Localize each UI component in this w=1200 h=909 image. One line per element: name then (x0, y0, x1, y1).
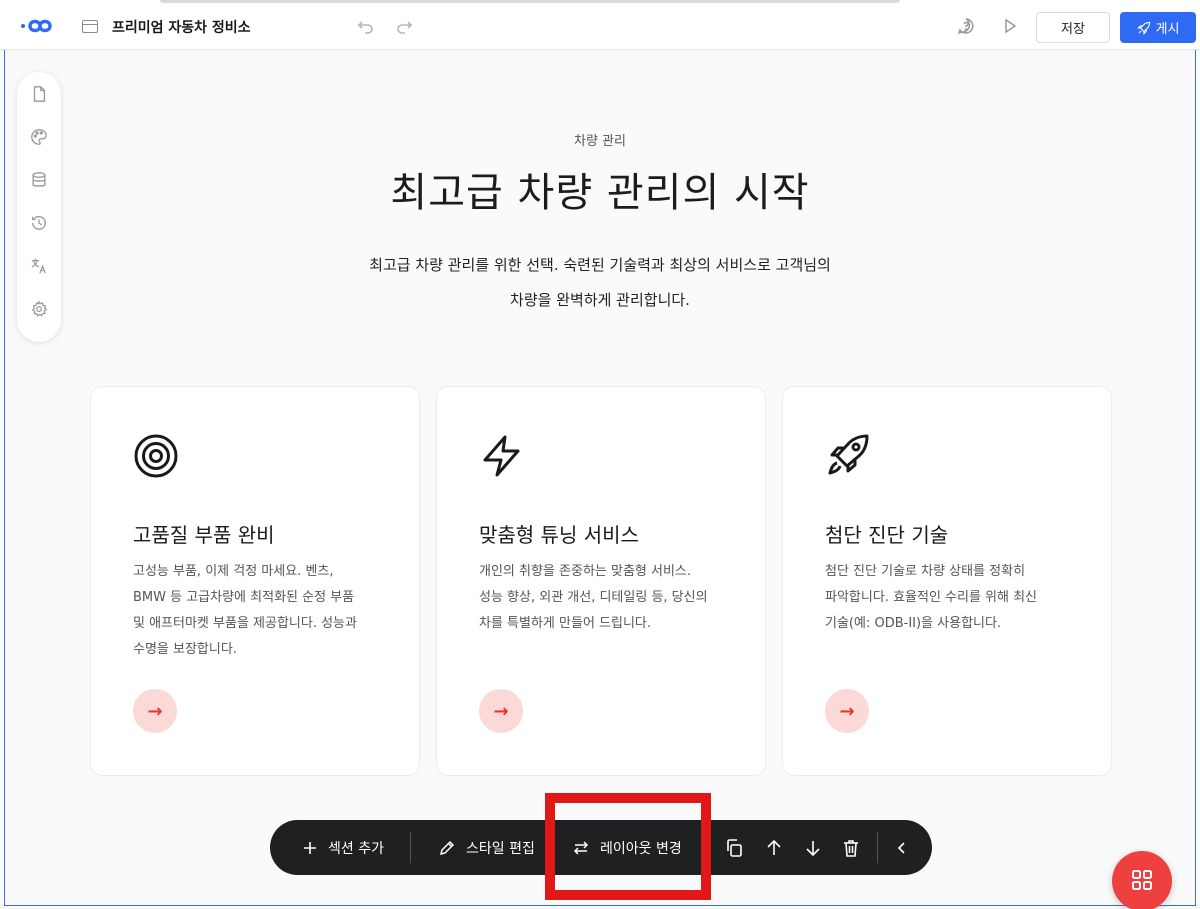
apps-grid-button[interactable] (1112, 851, 1172, 909)
top-bar: 프리미엄 자동차 정비소 저장 게시 (0, 0, 1200, 50)
card-description: 고성능 부품, 이제 걱정 마세요. 벤츠, BMW 등 고급차량에 최적화된 … (133, 559, 393, 663)
card-title: 맞춤형 튜닝 서비스 (479, 523, 639, 547)
page-icon[interactable] (30, 85, 48, 103)
divider (410, 832, 411, 863)
desc-line: 개인의 취향을 존중하는 맞춤형 서비스. (479, 564, 692, 579)
move-down-icon[interactable] (803, 838, 823, 858)
section-headline: 최고급 차량 관리의 시작 (390, 170, 810, 216)
feature-card[interactable]: 맞춤형 튜닝 서비스 개인의 취향을 존중하는 맞춤형 서비스. 성능 향상, … (436, 386, 766, 776)
publish-button[interactable]: 게시 (1120, 12, 1196, 43)
edit-style-label: 스타일 편집 (466, 840, 535, 857)
preview-play-icon[interactable] (1000, 16, 1020, 36)
rocket-icon (828, 434, 869, 475)
undo-icon[interactable] (356, 16, 376, 36)
desc-line: 및 애프터마켓 부품을 제공합니다. 성능과 (133, 616, 357, 631)
divider (877, 832, 878, 863)
card-arrow-button[interactable]: → (479, 689, 523, 733)
card-title: 첨단 진단 기술 (825, 523, 949, 547)
card-description: 첨단 진단 기술로 차량 상태를 정확히 파악합니다. 효율적인 수리를 위해 … (825, 559, 1085, 637)
settings-gear-icon[interactable] (30, 300, 48, 318)
pencil-icon (439, 840, 455, 855)
site-title[interactable]: 프리미엄 자동차 정비소 (112, 17, 251, 37)
edit-style-button[interactable]: 스타일 편집 (438, 820, 535, 875)
plus-icon (304, 841, 316, 854)
subtext-line: 차량을 완벽하게 관리합니다. (510, 291, 690, 309)
duplicate-icon[interactable] (724, 838, 744, 858)
desc-line: 파악합니다. 효율적인 수리를 위해 최신 (825, 590, 1038, 605)
desc-line: 수명을 보장합니다. (133, 642, 237, 657)
section-subtext: 최고급 차량 관리를 위한 선택. 숙련된 기술력과 최상의 서비스로 고객님의… (300, 248, 900, 318)
move-up-icon[interactable] (764, 838, 784, 858)
publish-label: 게시 (1155, 22, 1180, 37)
card-description: 개인의 취향을 존중하는 맞춤형 서비스. 성능 향상, 외관 개선, 디테일링… (479, 559, 739, 637)
add-section-button[interactable]: 섹션 추가 (302, 820, 384, 875)
desc-line: 기술(예: ODB-II)을 사용합니다. (825, 616, 1002, 631)
rocket-icon (1136, 21, 1150, 35)
section-eyebrow: 차량 관리 (574, 134, 626, 149)
desc-line: BMW 등 고급차량에 최적화된 순정 부품 (133, 590, 355, 605)
card-arrow-button[interactable]: → (133, 689, 177, 733)
trash-icon[interactable] (841, 838, 861, 858)
translate-icon[interactable] (30, 257, 48, 275)
top-strip (160, 0, 900, 3)
collapse-chevron-left-icon[interactable] (892, 838, 912, 858)
save-button[interactable]: 저장 (1036, 12, 1110, 43)
subtext-line: 최고급 차량 관리를 위한 선택. 숙련된 기술력과 최상의 서비스로 고객님의 (369, 256, 831, 274)
help-chat-icon[interactable] (956, 16, 976, 36)
card-title: 고품질 부품 완비 (133, 523, 275, 547)
page-layout-icon[interactable] (82, 20, 98, 33)
desc-line: 차를 특별하게 만들어 드립니다. (479, 616, 652, 631)
target-icon (134, 434, 178, 478)
app-logo-icon[interactable] (20, 17, 62, 35)
card-arrow-button[interactable]: → (825, 689, 869, 733)
grid-icon (1132, 870, 1152, 890)
redo-icon[interactable] (394, 16, 414, 36)
highlight-annotation-box (545, 793, 711, 900)
feature-card[interactable]: 첨단 진단 기술 첨단 진단 기술로 차량 상태를 정확히 파악합니다. 효율적… (782, 386, 1112, 776)
desc-line: 첨단 진단 기술로 차량 상태를 정확히 (825, 564, 1026, 579)
desc-line: 고성능 부품, 이제 걱정 마세요. 벤츠, (133, 564, 334, 579)
add-section-label: 섹션 추가 (328, 840, 384, 857)
feature-card[interactable]: 고품질 부품 완비 고성능 부품, 이제 걱정 마세요. 벤츠, BMW 등 고… (90, 386, 420, 776)
lightning-icon (483, 435, 520, 477)
desc-line: 성능 향상, 외관 개선, 디테일링 등, 당신의 (479, 590, 708, 605)
